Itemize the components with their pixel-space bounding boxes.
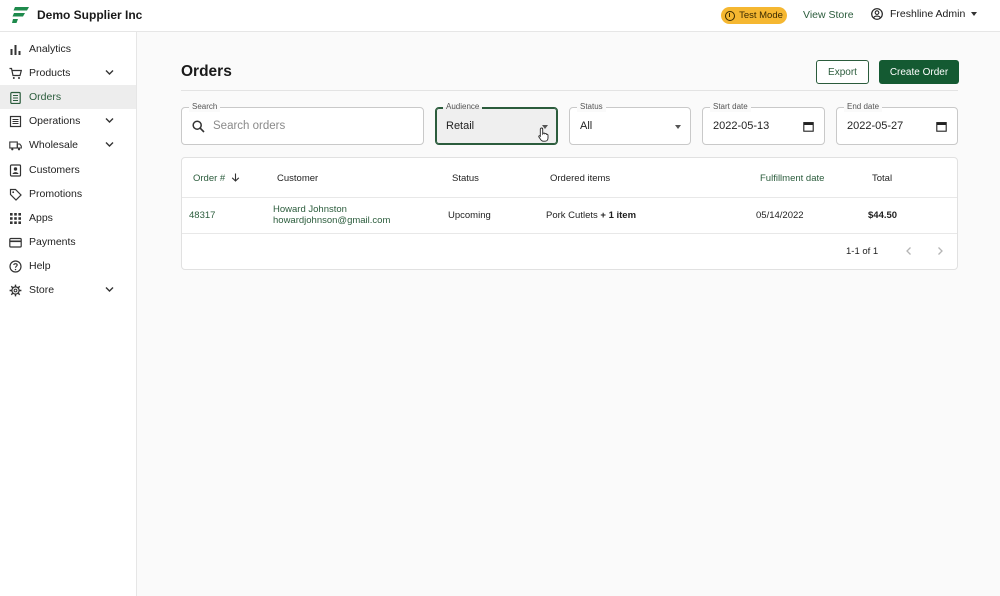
calendar-icon[interactable]	[803, 121, 814, 132]
column-header-total[interactable]: Total	[872, 173, 892, 184]
search-input[interactable]: Search orders	[213, 120, 285, 132]
sidebar-item-label: Apps	[29, 212, 53, 224]
divider	[181, 90, 958, 91]
page-title: Orders	[181, 63, 232, 80]
clipboard-icon	[10, 91, 21, 104]
account-name: Freshline Admin	[890, 8, 966, 20]
column-header-ordered-items[interactable]: Ordered items	[550, 173, 610, 184]
arrow-down-icon	[231, 173, 240, 182]
column-header-status[interactable]: Status	[452, 173, 479, 184]
order-total: $44.50	[868, 210, 898, 221]
sidebar-item-label: Products	[29, 67, 71, 79]
test-mode-badge[interactable]: Test Mode	[721, 7, 787, 24]
start-date-value[interactable]: 2022-05-13	[713, 120, 769, 132]
column-header-fulfillment-date[interactable]: Fulfillment date	[760, 173, 824, 184]
sidebar-item-label: Analytics	[29, 43, 72, 55]
chevron-right-icon[interactable]	[934, 245, 946, 257]
gear-icon	[9, 284, 22, 296]
chevron-down-icon[interactable]	[105, 117, 114, 124]
chevron-down-icon[interactable]	[105, 69, 114, 76]
sidebar-item-orders[interactable]: Orders	[0, 85, 136, 109]
sidebar-item-apps[interactable]: Apps	[0, 206, 136, 230]
account-menu[interactable]: Freshline Admin	[871, 8, 978, 20]
export-button[interactable]: Export	[816, 60, 869, 84]
sidebar-item-payments[interactable]: Payments	[0, 230, 136, 254]
row-divider	[182, 197, 957, 198]
end-date-value[interactable]: 2022-05-27	[847, 120, 903, 132]
sidebar-item-label: Orders	[29, 91, 62, 103]
card-icon	[9, 237, 22, 248]
customer-email[interactable]: howardjohnson@gmail.com	[273, 215, 390, 226]
column-header-customer[interactable]: Customer	[277, 173, 318, 184]
audience-value: Retail	[446, 120, 475, 132]
calendar-icon[interactable]	[936, 121, 947, 132]
sidebar-item-label: Operations	[29, 115, 81, 127]
brand[interactable]: Demo Supplier Inc	[12, 7, 142, 23]
contact-icon	[9, 163, 22, 177]
item-extra: + 1 item	[600, 210, 637, 221]
row-divider	[182, 233, 957, 234]
search-label: Search	[189, 102, 221, 112]
fulfillment-date: 05/14/2022	[756, 210, 804, 221]
order-number-link[interactable]: 48317	[189, 210, 215, 221]
order-status: Upcoming	[448, 210, 491, 221]
sidebar-item-label: Wholesale	[29, 139, 79, 151]
ordered-items: Pork Cutlets + 1 item	[546, 210, 636, 221]
caret-down-icon	[971, 12, 978, 16]
customer-name[interactable]: Howard Johnston	[273, 204, 347, 215]
end-date-label: End date	[844, 102, 883, 112]
chevron-left-icon[interactable]	[903, 245, 915, 257]
help-icon	[9, 259, 22, 273]
chevron-down-icon[interactable]	[105, 286, 114, 293]
sidebar-item-store[interactable]: Store	[0, 278, 136, 302]
truck-icon	[9, 140, 22, 150]
status-value: All	[580, 120, 593, 132]
sidebar-item-customers[interactable]: Customers	[0, 158, 136, 182]
end-date-field[interactable]: End date 2022-05-27	[836, 102, 958, 145]
search-icon	[192, 120, 205, 133]
sidebar-item-promotions[interactable]: Promotions	[0, 182, 136, 206]
pointer-cursor-icon	[538, 127, 549, 142]
pagination-label: 1-1 of 1	[846, 246, 879, 257]
sidebar-item-wholesale[interactable]: Wholesale	[0, 133, 136, 157]
item-name: Pork Cutlets	[546, 210, 598, 221]
grid-icon	[10, 212, 21, 224]
chevron-down-icon[interactable]	[105, 141, 114, 148]
view-store-link[interactable]: View Store	[803, 9, 854, 21]
freshline-logo-icon	[12, 7, 29, 23]
sidebar-item-products[interactable]: Products	[0, 61, 136, 85]
cart-icon	[9, 67, 22, 79]
sidebar-item-analytics[interactable]: Analytics	[0, 37, 136, 61]
alert-icon	[725, 10, 736, 21]
orders-table: Order # Customer Status Ordered items Fu…	[181, 157, 958, 270]
sidebar: Analytics Products Orders Operations Who…	[0, 32, 137, 596]
sidebar-item-operations[interactable]: Operations	[0, 109, 136, 133]
caret-down-icon	[675, 125, 681, 129]
bar-chart-icon	[10, 44, 21, 55]
sidebar-item-label: Customers	[29, 164, 80, 176]
create-order-button[interactable]: Create Order	[879, 60, 959, 84]
test-mode-label: Test Mode	[739, 10, 783, 21]
sidebar-item-label: Store	[29, 284, 55, 296]
tag-icon	[9, 188, 22, 201]
search-field[interactable]: Search Search orders	[181, 102, 424, 145]
audience-label: Audience	[443, 102, 483, 112]
sidebar-item-label: Promotions	[29, 188, 83, 200]
top-bar: Demo Supplier Inc Test Mode View Store F…	[0, 0, 1000, 32]
status-label: Status	[577, 102, 606, 112]
sidebar-item-label: Help	[29, 260, 51, 272]
brand-name: Demo Supplier Inc	[37, 8, 143, 22]
user-circle-icon	[871, 8, 883, 20]
sidebar-item-label: Payments	[29, 236, 76, 248]
column-header-order[interactable]: Order #	[193, 173, 240, 184]
sidebar-item-help[interactable]: Help	[0, 254, 136, 278]
start-date-label: Start date	[710, 102, 751, 112]
list-icon	[9, 115, 22, 127]
status-select[interactable]: Status All	[569, 102, 691, 145]
start-date-field[interactable]: Start date 2022-05-13	[702, 102, 825, 145]
